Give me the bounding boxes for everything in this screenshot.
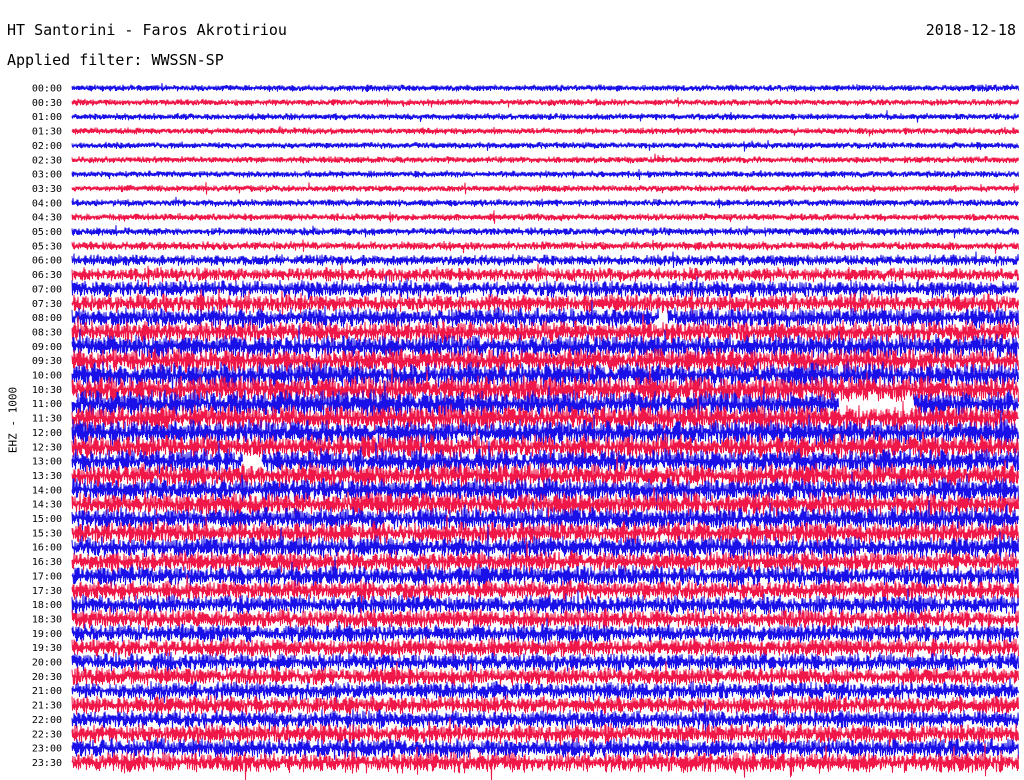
row-label: 23:30 [32,758,62,769]
seismic-trace [71,153,1019,164]
seismic-trace [71,169,1019,181]
row-label: 19:00 [32,629,62,640]
row-label: 21:30 [32,701,62,712]
seismic-trace [71,210,1019,224]
row-label: 09:00 [32,342,62,353]
seismic-trace [71,83,1019,93]
row-label: 06:30 [32,270,62,281]
seismic-trace [71,97,1019,108]
row-label-group: 00:00 00:30 01:00 01:30 02:00 02:30 03:00 03:30… [32,84,62,769]
row-label: 18:30 [32,614,62,625]
row-label: 18:00 [32,600,62,611]
row-label: 04:00 [32,198,62,209]
row-label: 15:30 [32,528,62,539]
row-label: 14:00 [32,485,62,496]
row-label: 04:30 [32,213,62,224]
row-label: 10:00 [32,371,62,382]
trace-group [71,83,1019,780]
row-label: 00:00 [32,84,62,95]
seismic-trace [71,196,1019,209]
seismic-trace [71,239,1019,254]
row-label: 06:00 [32,256,62,267]
seismic-trace [71,251,1019,268]
row-label: 01:00 [32,112,62,123]
row-label: 11:30 [32,414,62,425]
row-label: 23:00 [32,744,62,755]
row-label: 15:00 [32,514,62,525]
row-label: 22:30 [32,729,62,740]
row-label: 17:30 [32,586,62,597]
seismic-trace [71,225,1019,239]
row-label: 07:30 [32,299,62,310]
row-label: 02:30 [32,155,62,166]
row-label: 20:30 [32,672,62,683]
row-label: 05:30 [32,241,62,252]
seismic-trace [71,110,1019,123]
row-label: 17:00 [32,571,62,582]
row-label: 08:00 [32,313,62,324]
row-label: 12:30 [32,442,62,453]
row-label: 21:00 [32,686,62,697]
station-title: HT Santorini - Faros Akrotiriou [7,21,287,39]
seismic-trace [71,140,1019,152]
row-label: 09:30 [32,356,62,367]
row-label: 20:00 [32,658,62,669]
seismic-trace [71,263,1019,288]
row-label: 22:00 [32,715,62,726]
filter-label: Applied filter: WWSSN-SP [7,51,224,69]
row-label: 03:00 [32,170,62,181]
row-label: 12:00 [32,428,62,439]
channel-label: EHZ - 1000 [6,386,20,454]
row-label: 14:30 [32,500,62,511]
row-label: 19:30 [32,643,62,654]
date-label: 2018-12-18 [925,21,1016,39]
row-label: 05:00 [32,227,62,238]
row-label: 01:30 [32,127,62,138]
row-label: 07:00 [32,284,62,295]
row-label: 11:00 [32,399,62,410]
helicorder-plot: 00:00 00:30 01:00 01:30 02:00 02:30 03:00 03:30… [32,83,1019,780]
row-label: 13:30 [32,471,62,482]
row-label: 02:00 [32,141,62,152]
row-label: 16:30 [32,557,62,568]
row-label: 13:00 [32,457,62,468]
seismic-trace [71,182,1019,195]
row-label: 16:00 [32,543,62,554]
row-label: 00:30 [32,98,62,109]
row-label: 08:30 [32,327,62,338]
row-label: 03:30 [32,184,62,195]
seismic-trace [71,125,1019,137]
row-label: 10:30 [32,385,62,396]
